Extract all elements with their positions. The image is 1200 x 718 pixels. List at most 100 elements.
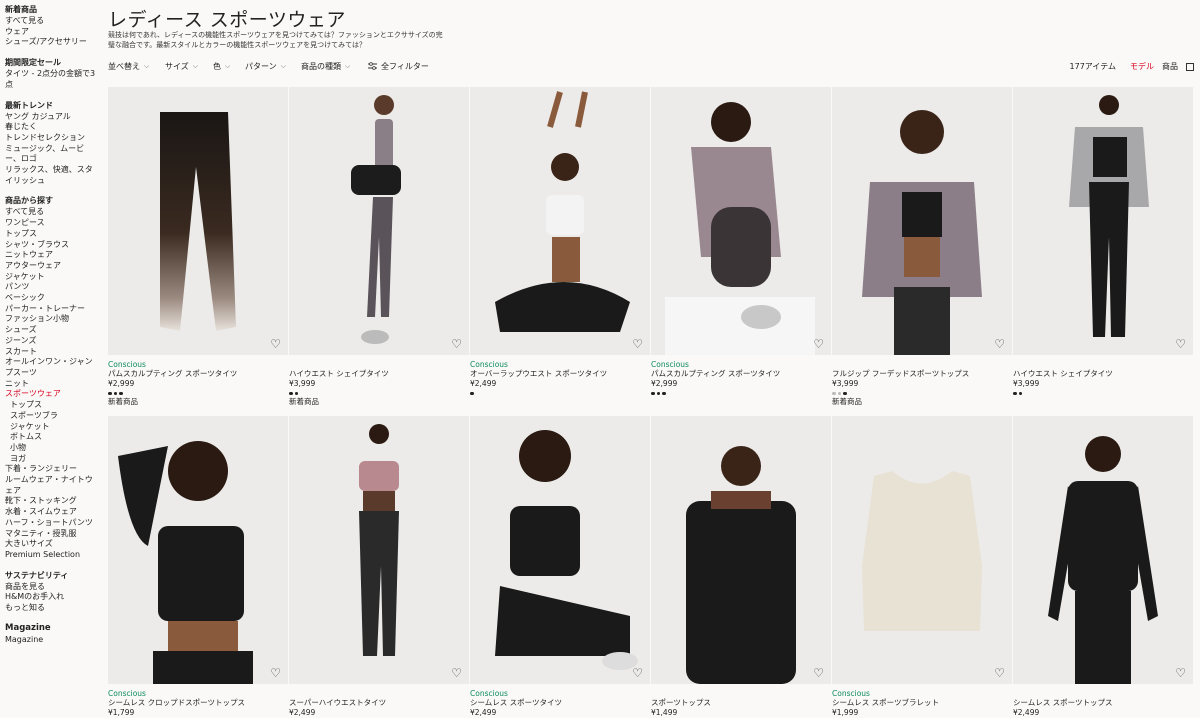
product-image[interactable]: ♡ — [1013, 416, 1193, 684]
product-card[interactable]: ♡ ハイウエスト シェイプタイツ ¥3,999 新着商品 — [289, 87, 469, 407]
heart-icon[interactable]: ♡ — [813, 338, 824, 350]
product-image[interactable]: ♡ — [470, 87, 650, 355]
product-card[interactable]: ♡ シームレス スポーツトップス ¥2,499 — [1013, 416, 1193, 718]
product-name[interactable]: パムスカルプティング スポーツタイツ — [651, 369, 831, 379]
sidebar-item[interactable]: スポーツウェア — [5, 389, 100, 400]
heart-icon[interactable]: ♡ — [270, 667, 281, 679]
product-image[interactable]: ♡ — [289, 416, 469, 684]
sidebar-item[interactable]: ウェア — [5, 27, 100, 38]
heart-icon[interactable]: ♡ — [1175, 667, 1186, 679]
size-dropdown[interactable]: サイズ ⌵ — [165, 61, 198, 72]
product-card[interactable]: ♡ Conscious シームレス スポーツブラレット ¥1,999 — [832, 416, 1012, 718]
product-image[interactable]: ♡ — [832, 416, 1012, 684]
sidebar-item[interactable]: ジャケット — [5, 272, 100, 283]
product-name[interactable]: シームレス スポーツトップス — [1013, 698, 1193, 708]
heart-icon[interactable]: ♡ — [451, 338, 462, 350]
sidebar-item[interactable]: ヨガ — [5, 454, 100, 465]
sidebar-item[interactable]: トレンドセレクション — [5, 133, 100, 144]
product-name[interactable]: スポーツトップス — [651, 698, 831, 708]
product-name[interactable]: シームレス スポーツタイツ — [470, 698, 650, 708]
sidebar-item[interactable]: スポーツブラ — [5, 411, 100, 422]
color-dropdown[interactable]: 色 ⌵ — [213, 61, 230, 72]
product-card[interactable]: ♡ スポーツトップス ¥1,499 — [651, 416, 831, 718]
single-view-icon[interactable] — [1186, 62, 1194, 71]
sidebar-item[interactable]: ベーシック — [5, 293, 100, 304]
sidebar-item[interactable]: ジャケット — [5, 422, 100, 433]
sidebar-item[interactable]: ニットウェア — [5, 250, 100, 261]
sidebar-item[interactable]: 水着・スイムウェア — [5, 507, 100, 518]
heart-icon[interactable]: ♡ — [270, 338, 281, 350]
product-image[interactable]: ♡ — [1013, 87, 1193, 355]
product-name[interactable]: ハイウエスト シェイプタイツ — [1013, 369, 1193, 379]
color-swatch[interactable] — [289, 391, 293, 396]
color-swatch[interactable] — [837, 391, 841, 396]
sidebar-item[interactable]: 小物 — [5, 443, 100, 454]
product-image[interactable]: ♡ — [108, 416, 288, 684]
product-name[interactable]: スーパーハイウエストタイツ — [289, 698, 469, 708]
color-swatch[interactable] — [662, 391, 666, 396]
sidebar-item[interactable]: 下着・ランジェリー — [5, 464, 100, 475]
product-name[interactable]: オーバーラップウエスト スポーツタイツ — [470, 369, 650, 379]
sidebar-item[interactable]: アウターウェア — [5, 261, 100, 272]
sidebar-item[interactable]: シャツ・ブラウス — [5, 240, 100, 251]
sidebar-item[interactable]: 商品を見る — [5, 582, 100, 593]
sidebar-item[interactable]: ワンピース — [5, 218, 100, 229]
sidebar-item[interactable]: ミュージック、ムービー、ロゴ — [5, 144, 100, 165]
sidebar-item[interactable]: H&Mのお手入れ — [5, 592, 100, 603]
product-name[interactable]: ハイウエスト シェイプタイツ — [289, 369, 469, 379]
heart-icon[interactable]: ♡ — [1175, 338, 1186, 350]
heart-icon[interactable]: ♡ — [994, 667, 1005, 679]
sidebar-item[interactable]: ハーフ・ショートパンツ — [5, 518, 100, 529]
color-swatch[interactable] — [656, 391, 660, 396]
heart-icon[interactable]: ♡ — [632, 338, 643, 350]
product-card[interactable]: ♡ スーパーハイウエストタイツ ¥2,499 — [289, 416, 469, 718]
sidebar-item[interactable]: ニット — [5, 379, 100, 390]
color-swatch[interactable] — [1013, 391, 1017, 396]
product-card[interactable]: ♡ Conscious パムスカルプティング スポーツタイツ ¥2,999 新着商品 — [108, 87, 288, 407]
product-card[interactable]: ♡ ハイウエスト シェイプタイツ ¥3,999 — [1013, 87, 1193, 397]
sidebar-item[interactable]: スカート — [5, 347, 100, 358]
all-filters-button[interactable]: 全フィルター — [368, 61, 429, 72]
product-name[interactable]: シームレス スポーツブラレット — [832, 698, 1012, 708]
product-image[interactable]: ♡ — [470, 416, 650, 684]
sidebar-item[interactable]: シューズ — [5, 325, 100, 336]
product-type-dropdown[interactable]: 商品の種類 ⌵ — [301, 61, 350, 72]
sidebar-item[interactable]: 大きいサイズ — [5, 539, 100, 550]
heart-icon[interactable]: ♡ — [813, 667, 824, 679]
product-name[interactable]: シームレス クロップドスポーツトップス — [108, 698, 288, 708]
sidebar-item[interactable]: Premium Selection — [5, 550, 100, 561]
sidebar-item[interactable]: パーカー・トレーナー — [5, 304, 100, 315]
sidebar-item[interactable]: パンツ — [5, 282, 100, 293]
product-image[interactable]: ♡ — [651, 416, 831, 684]
sidebar-item[interactable]: ファッション小物 — [5, 314, 100, 325]
heart-icon[interactable]: ♡ — [632, 667, 643, 679]
product-card[interactable]: ♡ Conscious パムスカルプティング スポーツタイツ ¥2,999 — [651, 87, 831, 397]
product-image[interactable]: ♡ — [651, 87, 831, 355]
color-swatch[interactable] — [294, 391, 298, 396]
sidebar-item[interactable]: すべて見る — [5, 16, 100, 27]
product-name[interactable]: パムスカルプティング スポーツタイツ — [108, 369, 288, 379]
sidebar-item[interactable]: すべて見る — [5, 207, 100, 218]
product-image[interactable]: ♡ — [289, 87, 469, 355]
color-swatch[interactable] — [1018, 391, 1022, 396]
sidebar-item[interactable]: オールインワン・ジャンプスーツ — [5, 357, 100, 378]
product-card[interactable]: ♡ Conscious シームレス クロップドスポーツトップス ¥1,799 — [108, 416, 288, 718]
color-swatch[interactable] — [470, 391, 474, 396]
color-swatch[interactable] — [108, 391, 112, 396]
product-name[interactable]: フルジップ フーデッドスポーツトップス — [832, 369, 1012, 379]
color-swatch[interactable] — [119, 391, 123, 396]
sidebar-item[interactable]: ボトムス — [5, 432, 100, 443]
color-swatch[interactable] — [113, 391, 117, 396]
sidebar-item[interactable]: シューズ/アクセサリー — [5, 37, 100, 48]
sidebar-item[interactable]: ジーンズ — [5, 336, 100, 347]
sidebar-item[interactable]: Magazine — [5, 635, 100, 646]
sidebar-item[interactable]: マタニティ・授乳服 — [5, 529, 100, 540]
color-swatch[interactable] — [832, 391, 836, 396]
sidebar-item[interactable]: リラックス、快適、スタイリッシュ — [5, 165, 100, 186]
product-card[interactable]: ♡ フルジップ フーデッドスポーツトップス ¥3,999 新着商品 — [832, 87, 1012, 407]
sidebar-item[interactable]: 春じたく — [5, 122, 100, 133]
sidebar-item[interactable]: 靴下・ストッキング — [5, 496, 100, 507]
sidebar-item[interactable]: ヤング カジュアル — [5, 112, 100, 123]
pattern-dropdown[interactable]: パターン ⌵ — [245, 61, 286, 72]
color-swatch[interactable] — [651, 391, 655, 396]
